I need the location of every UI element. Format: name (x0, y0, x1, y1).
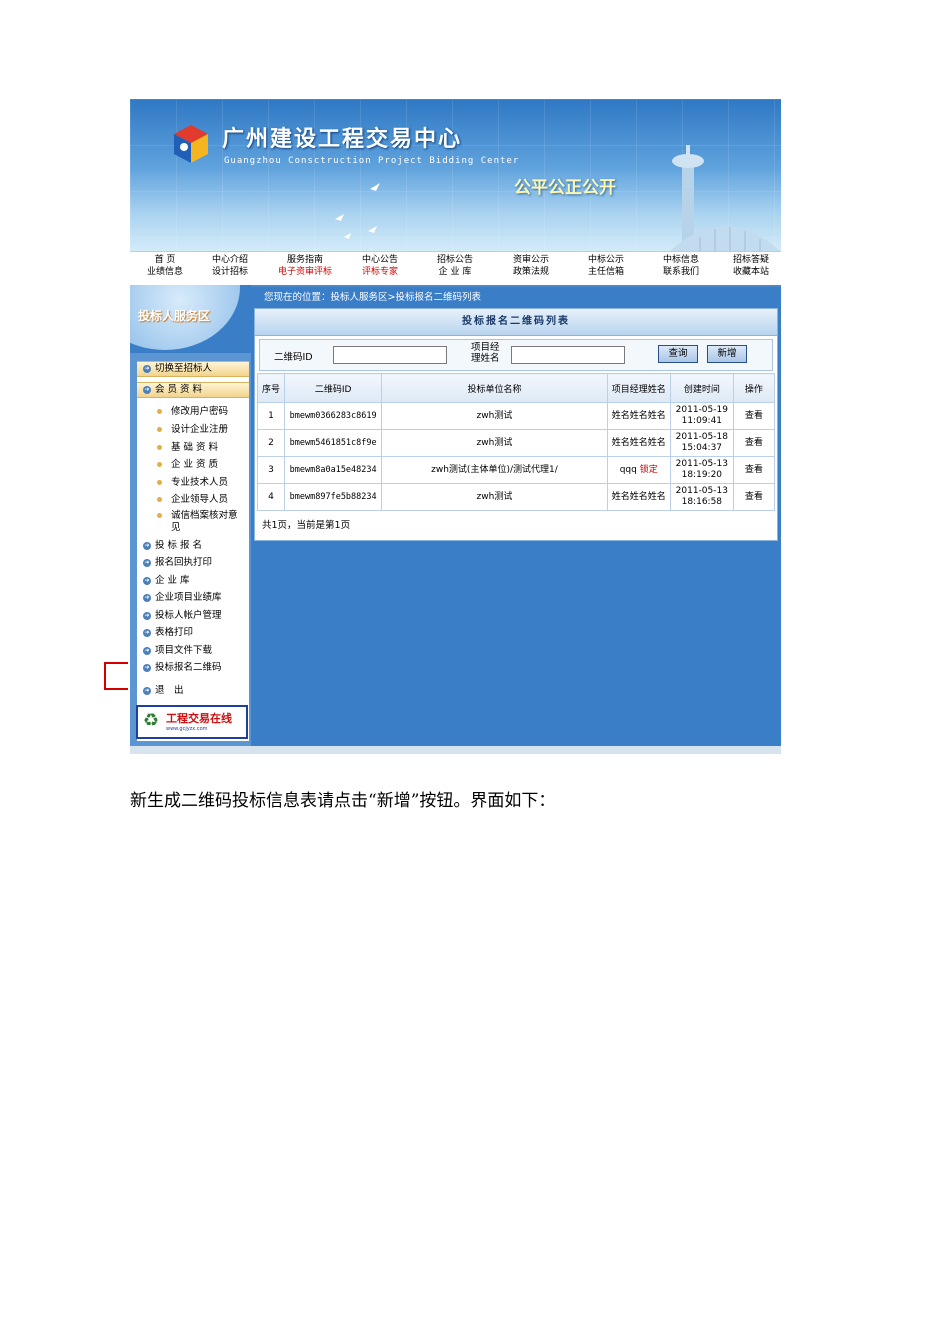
sidebar-subitem[interactable]: 企业领导人员 (137, 492, 249, 508)
document-caption: 新生成二维码投标信息表请点击“新增”按钮。界面如下： (130, 791, 556, 811)
view-link[interactable]: 查看 (732, 456, 776, 484)
sidebar-item[interactable]: ➜ 企 业 库 (137, 573, 249, 589)
arrow-icon: ➜ (143, 611, 151, 620)
bullet-icon (157, 497, 162, 502)
birds-decoration-icon (335, 183, 380, 239)
bullet-icon (157, 445, 162, 450)
sidebar-subitem[interactable]: 诚信档案核对意见 (137, 510, 249, 536)
col-header: 序号 (256, 373, 286, 403)
view-link[interactable]: 查看 (732, 483, 776, 511)
nav-item-8[interactable]: 中标信息 联系我们 (646, 254, 716, 278)
sidebar-menu: ➜ 切换至招标人 ➜ 会 员 资 料 修改用户密码 设计企业注册 基 础 资 料 企… (137, 361, 249, 741)
arrow-icon: ➜ (143, 576, 151, 585)
arrow-icon: ➜ (143, 385, 151, 394)
view-link[interactable]: 查看 (732, 402, 776, 430)
query-button[interactable]: 查询 (658, 345, 698, 363)
qr-list-table: 序号 二维码ID 投标单位名称 项目经理姓名 创建时间 操作 1 bmewm03… (256, 373, 776, 511)
pagination-info: 共1页，当前是第1页 (262, 520, 351, 531)
bullet-icon (157, 409, 162, 414)
nav-item-5[interactable]: 招标公告企 业 库 (420, 254, 490, 278)
sidebar-subitem[interactable]: 基 础 资 料 (137, 440, 249, 456)
arrow-icon: ➜ (143, 628, 151, 637)
sidebar-item-logout[interactable]: ➜ 退 出 (137, 683, 249, 699)
bullet-icon (157, 427, 162, 432)
nav-item-7[interactable]: 中标公示 主任信箱 (571, 254, 641, 278)
nav-item-4[interactable]: 中心公告 评标专家 (345, 254, 415, 278)
panel-title: 投标报名二维码列表 (255, 309, 777, 336)
col-header: 项目经理姓名 (606, 373, 671, 403)
site-banner: 广州建设工程交易中心 Guangzhou Consctruction Proje… (130, 99, 781, 251)
site-slogan: 公平公正公开 (514, 178, 616, 198)
table-header-row: 序号 二维码ID 投标单位名称 项目经理姓名 创建时间 操作 (256, 373, 776, 403)
table-row: 1 bmewm0366283c8619 zwh测试 姓名姓名姓名 2011-05… (256, 402, 776, 430)
arrow-icon: ➜ (143, 663, 151, 672)
top-nav: 首 页业绩信息 中心介绍 设计招标 服务指南 电子资审评标 中心公告 评标专家 招标公… (130, 251, 781, 287)
site-subtitle: Guangzhou Consctruction Project Bidding … (224, 156, 520, 166)
lock-link[interactable]: 锁定 (640, 465, 658, 475)
nav-item-3[interactable]: 服务指南 电子资审评标 (270, 254, 340, 278)
sidebar-item[interactable]: ➜ 投标人帐户管理 (137, 608, 249, 624)
site-logo-icon (174, 125, 208, 163)
nav-item-6[interactable]: 资审公示 政策法规 (496, 254, 566, 278)
sidebar-title: 投标人服务区 (138, 309, 211, 323)
qr-list-panel: 投标报名二维码列表 二维码ID 项目经 理姓名 查询 新增 序号 二维码ID 投标… (254, 308, 778, 541)
sidebar-item[interactable]: ➜ 项目文件下载 (137, 643, 249, 659)
breadcrumb: 您现在的位置：投标人服务区>投标报名二维码列表 (264, 292, 481, 303)
bullet-icon (157, 480, 162, 485)
col-header: 操作 (732, 373, 776, 403)
sidebar-item[interactable]: ➜ 投 标 报 名 (137, 538, 249, 554)
sidebar-subitem[interactable]: 修改用户密码 (137, 404, 249, 420)
view-link[interactable]: 查看 (732, 429, 776, 457)
table-row: 3 bmewm8a0a15e48234 zwh测试(主体单位)/测试代理1/ q… (256, 456, 776, 484)
sidebar-item-qrcode[interactable]: ➜ 投标报名二维码 (137, 660, 249, 676)
site-partner-logo[interactable]: ♻ 工程交易在线 www.gcjyzx.com (136, 705, 248, 739)
arrow-icon: ➜ (143, 541, 151, 550)
col-header: 投标单位名称 (381, 373, 608, 403)
arrow-icon: ➜ (143, 646, 151, 655)
sidebar-header: 投标人服务区 (130, 285, 251, 353)
nav-item-2[interactable]: 中心介绍 设计招标 (195, 254, 265, 278)
sidebar-item-member[interactable]: ➜ 会 员 资 料 (137, 382, 249, 398)
pm-name-input[interactable] (511, 346, 625, 364)
nav-item-9[interactable]: 招标答疑 收藏本站 (716, 254, 781, 278)
qr-id-label: 二维码ID (274, 352, 313, 363)
highlight-marker (104, 662, 128, 690)
nav-item-1[interactable]: 首 页业绩信息 (130, 254, 200, 278)
table-row: 2 bmewm5461851c8f9e zwh测试 姓名姓名姓名 2011-05… (256, 429, 776, 457)
arrow-icon: ➜ (143, 558, 151, 567)
footer-strip (130, 746, 781, 754)
sidebar-subitem[interactable]: 企 业 资 质 (137, 457, 249, 473)
arrow-icon: ➜ (143, 593, 151, 602)
pm-name-label: 项目经 理姓名 (471, 342, 500, 364)
recycle-logo-icon: ♻ (143, 710, 160, 731)
sidebar-item[interactable]: ➜ 表格打印 (137, 625, 249, 641)
bullet-icon (157, 513, 162, 518)
sidebar: 投标人服务区 ➜ 切换至招标人 ➜ 会 员 资 料 修改用户密码 设计企业注册 基 … (130, 285, 251, 754)
col-header: 创建时间 (669, 373, 734, 403)
table-row: 4 bmewm897fe5b88234 zwh测试 姓名姓名姓名 2011-05… (256, 483, 776, 511)
arrow-icon: ➜ (143, 686, 151, 695)
sidebar-item-switch[interactable]: ➜ 切换至招标人 (137, 361, 249, 377)
add-button[interactable]: 新增 (707, 345, 747, 363)
site-title: 广州建设工程交易中心 (222, 127, 463, 152)
search-bar: 二维码ID 项目经 理姓名 查询 新增 (259, 339, 773, 371)
sidebar-subitem[interactable]: 专业技术人员 (137, 475, 249, 491)
sidebar-item[interactable]: ➜ 报名回执打印 (137, 555, 249, 571)
col-header: 二维码ID (284, 373, 383, 403)
bullet-icon (157, 462, 162, 467)
tower-decoration-icon (670, 145, 780, 251)
arrow-icon: ➜ (143, 364, 151, 373)
qr-id-input[interactable] (333, 346, 447, 364)
browser-screenshot: 广州建设工程交易中心 Guangzhou Consctruction Proje… (130, 99, 781, 754)
sidebar-item[interactable]: ➜ 企业项目业绩库 (137, 590, 249, 606)
sidebar-subitem[interactable]: 设计企业注册 (137, 422, 249, 438)
